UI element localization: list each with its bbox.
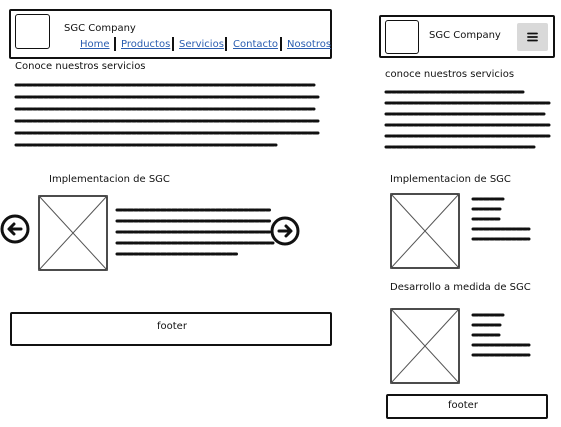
arrow-right-circle-icon[interactable] [270,216,300,246]
nav-separator [114,37,116,51]
nav-contacto-link[interactable]: Contacto [233,39,278,51]
desktop-feature-scribble-text [115,208,275,256]
mobile-footer-label: footer [448,400,478,411]
desktop-services-title: Conoce nuestros servicios [15,61,146,72]
mobile-feature-2-image-placeholder [390,308,460,384]
nav-separator [172,37,174,51]
desktop-feature-image-placeholder [38,195,108,271]
nav-nosotros-link[interactable]: Nosotros [287,39,331,51]
desktop-logo[interactable] [15,14,50,49]
mobile-services-scribble-text [384,90,551,149]
mobile-feature-2-scribble-text [471,313,531,357]
nav-home-link[interactable]: Home [80,39,110,51]
mobile-feature-1-image-placeholder [390,193,460,269]
mobile-services-title: conoce nuestros servicios [385,69,515,80]
hamburger-menu-icon [527,32,538,42]
mobile-feature-1-scribble-text [471,197,531,241]
arrow-left-circle-icon[interactable] [0,214,30,244]
desktop-feature-title: Implementacion de SGC [49,174,170,185]
desktop-footer-label: footer [157,321,187,332]
nav-servicios-link[interactable]: Servicios [179,39,224,51]
nav-separator [225,37,227,51]
mobile-logo[interactable] [385,20,419,54]
mobile-menu-button[interactable] [517,23,548,51]
desktop-header [9,9,332,59]
nav-productos-link[interactable]: Productos [121,39,170,51]
mobile-feature-2-title: Desarrollo a medida de SGC [390,282,531,293]
desktop-company-name: SGC Company [64,23,136,34]
desktop-services-scribble-text [14,83,321,147]
nav-separator [280,37,282,51]
mobile-feature-1-title: Implementacion de SGC [390,174,511,185]
mobile-company-name: SGC Company [429,30,501,41]
